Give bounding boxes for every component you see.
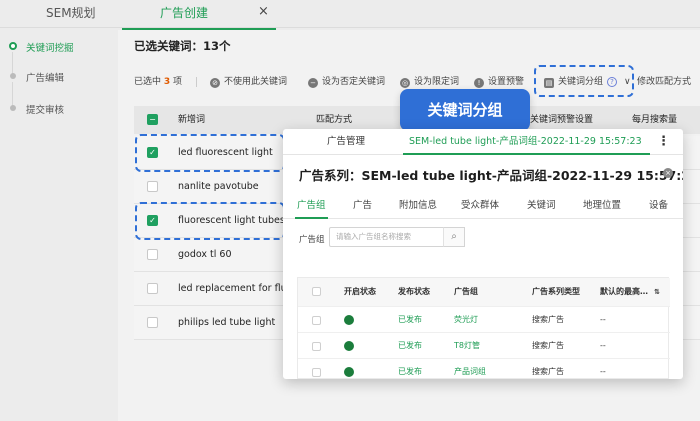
step-label: 广告编辑 <box>26 73 65 84</box>
publish-status: 已发布 <box>398 315 422 324</box>
panel-tab-bar: 广告管理 SEM-led tube light-产品词组-2022-11-29 … <box>283 129 683 155</box>
subtab-keywords[interactable]: 关键词 <box>527 193 556 219</box>
table-row[interactable]: 已发布 T8灯管 搜索广告 -- <box>298 332 670 358</box>
subtab-ad[interactable]: 广告 <box>353 193 372 219</box>
publish-status: 已发布 <box>398 341 422 350</box>
exclude-keyword-label: 不使用此关键词 <box>224 77 288 87</box>
row-checkbox[interactable] <box>147 317 158 328</box>
keyword-group-callout: 关键词分组 <box>400 89 530 131</box>
row-checkbox[interactable] <box>312 316 321 325</box>
alert-icon: ! <box>474 78 484 88</box>
col-new-keyword: 新增词 <box>178 115 206 125</box>
ad-group-link[interactable]: T8灯管 <box>454 333 480 359</box>
ad-group-table: 开启状态 发布状态 广告组 广告系列类型 默认的最高… ⇅ 已发布 荧光灯 搜索… <box>297 277 670 379</box>
subtab-ad-group-label: 广告组 <box>297 200 326 211</box>
subtab-ad-group[interactable]: 广告组 <box>295 193 328 219</box>
close-icon[interactable]: × <box>663 168 673 178</box>
set-alert-label: 设置预警 <box>488 77 525 87</box>
ad-group-table-header: 开启状态 发布状态 广告组 广告系列类型 默认的最高… ⇅ <box>298 278 670 306</box>
step-label: 提交审核 <box>26 105 65 116</box>
ad-group-link[interactable]: 荧光灯 <box>454 307 478 333</box>
row-checkbox[interactable] <box>312 368 321 377</box>
campaign-title: 广告系列：SEM-led tube light-产品词组-2022-11-29 … <box>299 168 683 183</box>
step-label: 关键词挖掘 <box>26 43 74 54</box>
highlight-group-button <box>534 65 634 97</box>
negative-icon: − <box>308 78 318 88</box>
campaign-type: 搜索广告 <box>532 341 564 350</box>
campaign-type: 搜索广告 <box>532 367 564 376</box>
tab-sem-plan[interactable]: SEM规划 <box>46 0 96 28</box>
select-all-checkbox[interactable]: − <box>147 114 158 125</box>
set-qualifier-label: 设为限定词 <box>414 77 460 87</box>
row-checkbox[interactable] <box>147 181 158 192</box>
subtab-extensions[interactable]: 附加信息 <box>399 193 437 219</box>
step-dot-icon <box>10 73 16 79</box>
col-ad-group: 广告组 <box>454 287 478 296</box>
max-bid: -- <box>600 341 606 350</box>
ad-group-link[interactable]: 产品词组 <box>454 359 486 379</box>
enabled-status-icon[interactable] <box>344 367 354 377</box>
col-default-max-bid: 默认的最高… <box>600 287 648 296</box>
selected-count-text: 已选中 3 项 <box>134 72 182 92</box>
keyword-text: godox tl 60 <box>178 249 232 260</box>
subtab-audience[interactable]: 受众群体 <box>461 193 499 219</box>
step-dot-icon <box>10 105 16 111</box>
active-subtab-underline <box>295 217 328 219</box>
select-all-checkbox[interactable] <box>312 287 321 296</box>
selected-keywords-title: 已选关键词：13个 <box>134 39 231 53</box>
close-tab-icon[interactable]: × <box>258 4 269 19</box>
col-publish-status: 发布状态 <box>398 287 430 296</box>
row-checkbox[interactable] <box>147 283 158 294</box>
table-row[interactable]: 已发布 荧光灯 搜索广告 -- <box>298 306 670 332</box>
subtab-device[interactable]: 设备 <box>649 193 668 219</box>
tab-campaign-label: SEM-led tube light-产品词组-2022-11-29 15:57… <box>409 136 642 147</box>
row-checkbox[interactable] <box>147 249 158 260</box>
max-bid: -- <box>600 367 606 376</box>
selected-count: 3 <box>163 77 171 87</box>
ad-group-filter-label: 广告组 <box>299 235 325 245</box>
subtab-location[interactable]: 地理位置 <box>583 193 621 219</box>
highlight-row-3 <box>135 202 285 240</box>
col-campaign-type: 广告系列类型 <box>532 287 580 296</box>
col-enable-status: 开启状态 <box>344 287 376 296</box>
toolbar-divider <box>196 77 197 87</box>
keyword-text: nanlite pavotube <box>178 181 259 192</box>
tab-ad-create[interactable]: 广告创建 <box>122 0 277 30</box>
search-icon[interactable]: ⌕ <box>443 227 465 247</box>
set-negative-button[interactable]: − 设为否定关键词 <box>308 72 385 92</box>
modify-match-label: 修改匹配方式 <box>637 77 692 87</box>
publish-status: 已发布 <box>398 367 422 376</box>
step-nav: 关键词挖掘 广告编辑 提交审核 <box>0 30 114 421</box>
enabled-status-icon[interactable] <box>344 315 354 325</box>
step-active-dot-icon <box>9 42 17 50</box>
enabled-status-icon[interactable] <box>344 341 354 351</box>
block-icon: ⊘ <box>210 78 220 88</box>
table-row[interactable]: 已发布 产品词组 搜索广告 -- <box>298 358 670 379</box>
selected-suffix: 项 <box>173 77 183 87</box>
set-negative-label: 设为否定关键词 <box>322 77 386 87</box>
campaign-type: 搜索广告 <box>532 315 564 324</box>
active-tab-underline <box>403 153 650 155</box>
campaign-panel: 广告管理 SEM-led tube light-产品词组-2022-11-29 … <box>283 129 683 379</box>
tab-campaign[interactable]: SEM-led tube light-产品词组-2022-11-29 15:57… <box>403 129 650 155</box>
keyword-text: philips led tube light <box>178 317 276 328</box>
selected-prefix: 已选中 <box>134 77 162 87</box>
more-options-icon[interactable]: ⋮ <box>657 135 670 149</box>
qualifier-icon: ◎ <box>400 78 410 88</box>
modify-match-button[interactable]: 修改匹配方式 <box>637 72 691 92</box>
tab-ad-management[interactable]: 广告管理 <box>327 129 365 155</box>
app-root: SEM规划 广告创建 × 关键词挖掘 广告编辑 提交审核 已选关键词：13个 已… <box>0 0 700 421</box>
exclude-keyword-button[interactable]: ⊘ 不使用此关键词 <box>210 72 287 92</box>
tab-ad-create-label: 广告创建 <box>160 6 209 20</box>
highlight-row-1 <box>135 134 285 172</box>
sort-icon[interactable]: ⇅ <box>654 278 660 306</box>
campaign-subtabs: 广告组 广告 附加信息 受众群体 关键词 地理位置 设备 <box>283 193 683 219</box>
max-bid: -- <box>600 315 606 324</box>
row-checkbox[interactable] <box>312 342 321 351</box>
keyword-text: led replacement for fluo <box>178 283 293 294</box>
top-tab-bar: SEM规划 广告创建 × <box>0 0 700 30</box>
